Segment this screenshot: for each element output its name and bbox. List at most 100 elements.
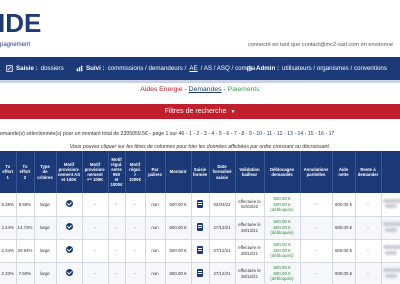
tx-effort-2-value: 14.73% (17, 224, 33, 230)
cell-tx-effort-2: 7.50% (16, 262, 35, 284)
cell-tx-effort-2: 14.73% (16, 216, 35, 240)
col-header[interactable]: Montant (165, 151, 192, 193)
cell-redacted[interactable] (381, 262, 400, 284)
col-header[interactable]: Motif régul. >1000€ (125, 151, 146, 193)
cell-saisie-formee[interactable] (191, 193, 210, 217)
par-paliers-value: non (151, 270, 159, 276)
col-header[interactable]: Type de critères (34, 151, 57, 193)
table-row[interactable]: 5.38% 8.59% large - - - non 600.00 €02/03/22 eff… (0, 193, 400, 217)
nav-admin-links[interactable]: utilisateurs / organismes / conventions (282, 65, 387, 72)
cell-type-criteres: large (34, 262, 57, 284)
cell-redacted[interactable] (381, 239, 400, 263)
validation-date: 28/12/21 (240, 273, 259, 279)
reste-value: - (367, 270, 369, 276)
cell-motif-provision-as (56, 193, 83, 217)
col-header[interactable]: Tx effort 2 (16, 151, 35, 193)
cell-saisie-formee[interactable] (191, 239, 210, 263)
motif-regul-950-value: - (115, 270, 118, 276)
chevron-down-icon: ▼ (230, 109, 236, 115)
cell-motif-provision-100k: - (82, 216, 109, 240)
validation-text: effectuée le (238, 222, 261, 227)
nav-suivi-ae[interactable]: AE (189, 65, 197, 72)
cell-redacted[interactable] (381, 193, 400, 217)
col-header[interactable]: Reste à demander (355, 151, 382, 193)
nav-admin-label: Admin : (256, 65, 280, 72)
cell-validation-bailleur: effectuée le 28/12/21 (235, 239, 265, 263)
col-header[interactable]: Tx effort 1 (0, 151, 17, 193)
redacted-text (382, 222, 400, 226)
cell-saisie-formee[interactable] (191, 216, 210, 240)
check-circle-icon (65, 246, 73, 254)
montant-value: 600.00 € (169, 270, 187, 276)
search-filters-toggle[interactable]: Filtres de recherche ▼ (0, 104, 400, 119)
nav-saisie[interactable]: Saisie : dossiers (6, 65, 64, 72)
deblocage-requested: 600.00 € (273, 196, 291, 201)
cell-motif-regul-1000: - (125, 216, 146, 240)
connection-status: connecté en tant que contact@mc2-sarl.co… (248, 42, 393, 48)
nav-suivi[interactable]: Suivi : commissions / demandeurs / AE / … (76, 65, 255, 72)
document-icon[interactable] (197, 199, 203, 208)
motif-regul-1000-value: - (134, 201, 136, 207)
col-header[interactable]: Annulations partielles (300, 151, 333, 193)
nav-admin[interactable]: Admin : utilisateurs / organismes / conv… (246, 65, 387, 72)
main-nav: Saisie : dossiers Suivi : commissions / … (0, 57, 400, 80)
redacted-text (382, 268, 400, 272)
cell-motif-provision-100k: - (82, 239, 109, 263)
validation-date: 28/12/21 (240, 227, 259, 233)
col-header[interactable]: Date formalisé saisie (209, 151, 236, 193)
col-header[interactable]: Motif provision-nement AS et 100K (56, 151, 83, 193)
cell-validation-bailleur: effectuée le 02/03/22 (235, 193, 265, 217)
table-row[interactable]: 2.33% 7.50% large - - - non 600.00 € 27/12/21 eff… (0, 262, 400, 284)
cell-annulations: - (300, 239, 333, 263)
col-header[interactable]: Motif provision-nement += 100K (82, 151, 109, 193)
page: IDE pagnement connecté en tant que conta… (0, 0, 400, 284)
document-icon[interactable] (197, 268, 203, 277)
table-row[interactable]: 2.44% 14.73% large - - - non 600.00 € 27/12/21 ef… (0, 216, 400, 240)
title-demandes-link[interactable]: Demandes (189, 86, 222, 93)
motif-regul-1000-value: - (134, 247, 136, 253)
cell-motif-regul-1000: - (125, 262, 146, 284)
cell-date-saisie: 27/12/21 (209, 216, 236, 240)
montant-value: 600.00 € (169, 247, 187, 253)
deblocage-amount: 600.00 € (273, 247, 291, 253)
deblocage-amount: 600.00 € (273, 224, 291, 230)
tx-effort-2-value: 7.50% (18, 270, 32, 276)
reste-value: - (367, 247, 369, 253)
date-saisie-value: 27/12/21 (213, 270, 231, 276)
cell-motif-provision-as (56, 262, 83, 284)
col-header[interactable]: Par paliers (145, 151, 166, 193)
cell-deblocages: 600.00 €600.00 € (débloqués) (264, 239, 301, 263)
deblocage-status: (débloqués) (270, 253, 294, 259)
cell-motif-regul-950: - (108, 239, 126, 263)
col-header[interactable]: Déblocages demandés (264, 151, 301, 193)
cell-montant: 600.00 € (165, 262, 192, 284)
col-header[interactable]: Aide nette (332, 151, 356, 193)
document-icon[interactable] (197, 222, 203, 231)
pagination[interactable]: 1 - 2 - 3 - 4 - 5 - 6 - 7 - 8 - 9 - 10 -… (189, 131, 335, 137)
nav-divider (0, 80, 400, 83)
filter-label: Filtres de recherche (164, 108, 227, 115)
table-row[interactable]: 2.34% 20.94% large - - - non 600.00 € 27/12/21 ef… (0, 239, 400, 263)
motif-provision-100k-value: - (94, 201, 96, 207)
deblocage-status: (débloqués) (270, 230, 294, 236)
cell-par-paliers: non (145, 239, 166, 263)
col-header[interactable]: Motif régul. entre 950 et 1000€ (108, 151, 126, 193)
col-header[interactable]: Saisie formée (191, 151, 210, 193)
aide-nette-value: 600.00 € (334, 224, 353, 230)
annulations-value: - (315, 247, 317, 253)
aide-nette-value: 600.00 € (334, 247, 353, 253)
nav-saisie-link[interactable]: dossiers (41, 65, 64, 72)
col-header[interactable]: Validation bailleur (235, 151, 265, 193)
cell-saisie-formee[interactable] (191, 262, 210, 284)
cell-redacted[interactable] (381, 216, 400, 240)
nav-suivi-links[interactable]: commissions / demandeurs / (108, 65, 187, 72)
cell-validation-bailleur: effectuée le 28/12/21 (235, 262, 265, 284)
redacted-text (384, 273, 397, 278)
logo-tagline: pagnement (0, 42, 31, 48)
app-logo[interactable]: IDE (0, 8, 41, 39)
tx-effort-1-value: 2.33% (1, 270, 14, 276)
validation-date: 02/03/22 (240, 204, 259, 210)
document-icon[interactable] (197, 245, 203, 254)
title-paiements-link[interactable]: Paiements (228, 86, 260, 93)
annulations-value: - (315, 270, 317, 276)
